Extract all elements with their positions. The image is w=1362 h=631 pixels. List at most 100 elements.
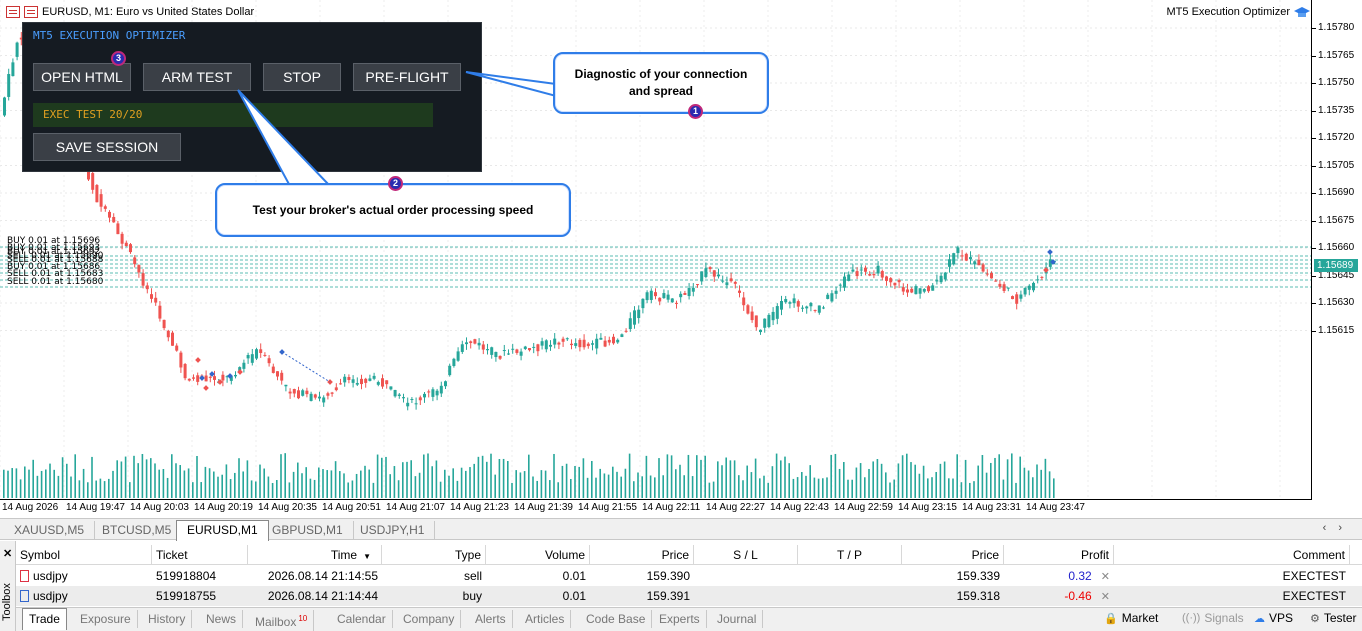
close-icon[interactable]: ✕ [3,547,12,560]
cell-tp [798,586,902,606]
toolbox-tab[interactable]: Experts [653,610,707,628]
cell-symbol: usdjpy [16,566,152,586]
toolbox-label: Toolbox [1,583,13,621]
toolbox-tab[interactable]: Company [397,610,462,628]
toolbox-tab[interactable]: Mailbox 10 [249,610,315,631]
callout-diagnostic: Diagnostic of your connection and spread [553,52,769,114]
callout-speed-test: Test your broker's actual order processi… [215,183,571,237]
market-label: Market [1121,611,1159,625]
callout-badge-3: 3 [111,51,126,66]
toolbox-tab[interactable]: News [200,610,244,628]
ea-panel-title: MT5 EXECUTION OPTIMIZER [33,29,186,42]
toolbox-tab-label: Journal [717,612,757,626]
toolbox-tab-label: Experts [659,612,700,626]
time-tick: 14 Aug 23:47 [1026,502,1085,513]
column-header-label: S / L [733,548,758,562]
cell-text: usdjpy [33,569,68,583]
tester-button[interactable]: ⚙ Tester [1310,611,1357,625]
trade-marker [237,369,243,375]
column-header[interactable]: Price [590,545,694,565]
cell-text: 2026.08.14 21:14:55 [267,569,378,583]
price-tick: 1.15765 [1311,49,1355,61]
arm-test-button[interactable]: ARM TEST [143,63,251,91]
toolbox-tab[interactable]: History [142,610,193,628]
column-header[interactable]: Volume [486,545,590,565]
column-header[interactable]: Symbol [16,545,152,565]
chart-menu-icon[interactable] [6,6,20,18]
time-tick: 14 Aug 22:59 [834,502,893,513]
cell-text: 519918755 [156,589,217,603]
time-tick: 14 Aug 20:03 [130,502,189,513]
save-session-button[interactable]: SAVE SESSION [33,133,181,161]
column-header[interactable]: Ticket [152,545,248,565]
column-header-label: Comment [1292,548,1345,562]
column-header[interactable]: S / L [694,545,798,565]
pre-flight-button[interactable]: PRE-FLIGHT [353,63,461,91]
cloud-icon: ☁ [1254,612,1265,625]
tab-scroll-arrows[interactable]: ‹› [1323,522,1354,534]
toolbox-tab[interactable]: Journal [711,610,764,628]
cell-type: sell [382,566,486,586]
tester-icon: ⚙ [1310,612,1320,625]
price-tick: 1.15720 [1311,132,1355,143]
signals-label: Signals [1204,611,1244,625]
callout-badge-2: 2 [388,176,403,191]
price-tick: 1.15615 [1311,324,1355,336]
symbol-tab[interactable]: XAUUSD,M5 [4,521,96,540]
ea-indicator[interactable]: MT5 Execution Optimizer [1167,6,1310,18]
cell-sl [694,566,798,586]
column-header-label: Symbol [20,548,61,562]
chart-window[interactable]: EURUSD, M1: Euro vs United States Dollar… [0,0,1362,518]
toolbox-tab-label: Code Base [586,612,646,626]
cell-text: EXECTEST [1282,569,1346,583]
cell-text: 159.390 [646,569,690,583]
time-axis[interactable]: 14 Aug 2026 14 Aug 19:47 14 Aug 20:03 14 Au… [0,500,1312,518]
column-header[interactable]: Comment [1114,545,1350,565]
toolbox-tab[interactable]: Trade [22,608,67,630]
cell-text: 519918804 [156,569,217,583]
column-header[interactable]: Profit [1004,545,1114,565]
cell-text: 2026.08.14 21:14:44 [267,589,378,603]
table-row[interactable]: usdjpy 519918755 2026.08.14 21:14:44 buy 0.0… [16,586,1362,606]
cell-text: -0.46 [1064,589,1092,603]
column-header[interactable]: Price [902,545,1004,565]
cell-text: sell [463,569,482,583]
cell-text: 159.391 [646,589,690,603]
price-tick: 1.15705 [1311,159,1355,171]
close-position-icon[interactable]: ✕ [1098,591,1110,603]
close-position-icon[interactable]: ✕ [1098,571,1110,583]
toolbox-tab[interactable]: Alerts [469,610,513,628]
price-axis[interactable]: 1.15780 1.15765 1.15750 1.15735 1.15720 1.157… [1311,0,1362,500]
time-tick: 14 Aug 20:35 [258,502,317,513]
open-html-button[interactable]: OPEN HTML [33,63,131,91]
toolbox-tab[interactable]: Articles [519,610,572,628]
toolbox-tab[interactable]: Calendar [331,610,393,628]
symbol-tab[interactable]: EURUSD,M1 [176,520,269,541]
symbol-tab[interactable]: GBPUSD,M1 [262,521,354,540]
exec-test-status: EXEC TEST 20/20 [33,103,433,127]
symbol-info-icon[interactable] [24,6,38,18]
trade-marker [195,357,201,363]
table-row[interactable]: usdjpy 519918804 2026.08.14 21:14:55 sell 0.… [16,566,1362,586]
trade-marker [203,385,209,391]
cell-ticket: 519918755 [152,586,248,606]
signals-button[interactable]: ((·)) Signals [1182,611,1244,625]
ea-name: MT5 Execution Optimizer [1166,6,1290,18]
vps-button[interactable]: ☁ VPS [1254,611,1293,625]
cell-comment: EXECTEST [1114,586,1350,606]
market-button[interactable]: 🔒 Market [1104,611,1158,625]
toolbox-sidebar: ✕ Toolbox [0,541,16,631]
toolbox-tab[interactable]: Exposure [74,610,138,628]
column-header[interactable]: Time ▼ [248,545,382,565]
column-header[interactable]: Type [382,545,486,565]
toolbox-tab[interactable]: Code Base [580,610,653,628]
market-bag-icon: 🔒 [1104,612,1118,625]
symbol-tab[interactable]: BTCUSD,M5 [92,521,183,540]
column-header[interactable]: T / P [798,545,902,565]
price-tick: 1.15675 [1311,214,1355,226]
time-tick: 14 Aug 23:15 [898,502,957,513]
symbol-tab[interactable]: USDJPY,H1 [350,521,436,540]
tester-label: Tester [1323,611,1357,625]
stop-button[interactable]: STOP [263,63,341,91]
cell-sl [694,586,798,606]
